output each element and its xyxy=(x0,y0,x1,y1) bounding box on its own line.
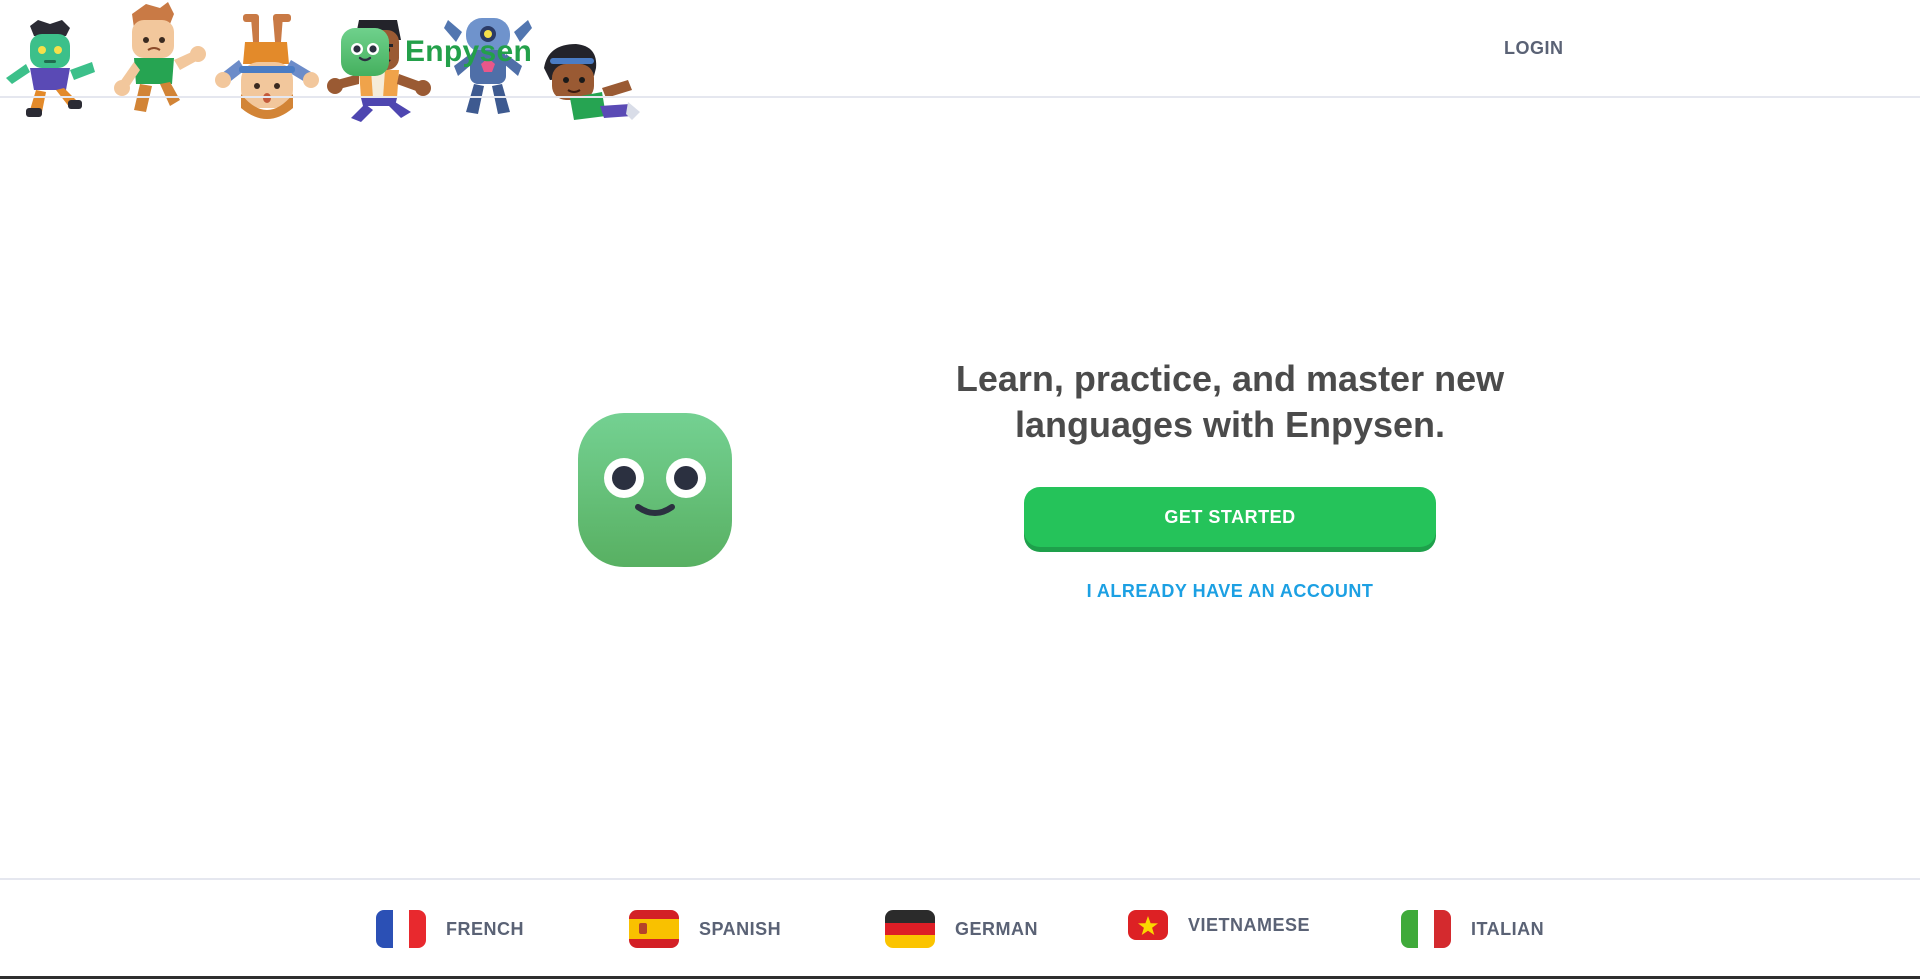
language-label: ITALIAN xyxy=(1471,918,1545,939)
italy-flag-icon xyxy=(1401,910,1451,948)
vietnam-flag-icon xyxy=(1128,910,1168,940)
brand-name: Enpysen xyxy=(405,35,533,68)
language-item-french[interactable]: FRENCH xyxy=(376,910,524,948)
mascot-icon xyxy=(341,28,389,76)
language-label: FRENCH xyxy=(446,918,524,939)
header: Enpysen LOGIN xyxy=(0,0,1920,98)
login-link[interactable]: LOGIN xyxy=(1504,38,1564,59)
language-label: VIETNAMESE xyxy=(1188,914,1311,935)
brand-link[interactable]: Enpysen xyxy=(340,27,532,77)
get-started-button[interactable]: GET STARTED xyxy=(1024,487,1436,547)
language-footer: FRENCH SPANISH GERMAN VIETNAMESE ITALIAN xyxy=(0,878,1920,979)
have-account-button[interactable]: I ALREADY HAVE AN ACCOUNT xyxy=(1024,581,1436,602)
hero-headline: Learn, practice, and master new language… xyxy=(955,358,1505,445)
language-label: GERMAN xyxy=(955,918,1038,939)
spain-flag-icon xyxy=(629,910,679,948)
mascot-icon xyxy=(578,413,732,567)
france-flag-icon xyxy=(376,910,426,948)
language-item-german[interactable]: GERMAN xyxy=(885,910,1038,948)
language-label: SPANISH xyxy=(699,918,782,939)
language-item-spanish[interactable]: SPANISH xyxy=(629,910,781,948)
germany-flag-icon xyxy=(885,910,935,948)
language-item-vietnamese[interactable]: VIETNAMESE xyxy=(1128,910,1310,940)
language-item-italian[interactable]: ITALIAN xyxy=(1401,910,1544,948)
